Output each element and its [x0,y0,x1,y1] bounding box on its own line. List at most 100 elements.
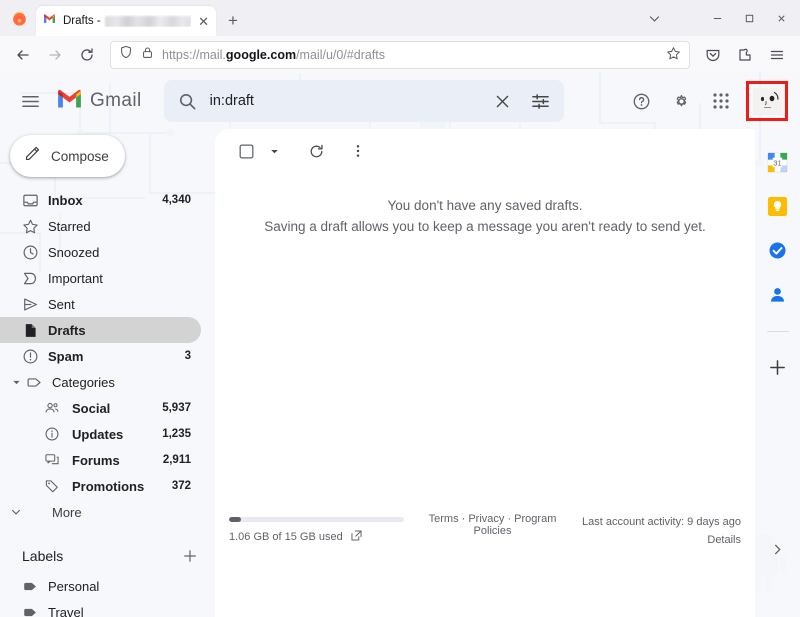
sidebar-count: 372 [172,480,201,492]
labels-header: Labels [0,539,215,573]
browser-tab-title: Drafts - [63,15,191,27]
avatar[interactable] [753,88,782,115]
support-icon[interactable] [622,82,660,120]
new-tab-button[interactable]: + [228,11,238,31]
bookmark-star-icon[interactable] [666,46,681,64]
sidebar-item-drafts[interactable]: Drafts [0,317,201,343]
compose-button[interactable]: Compose [10,135,125,177]
side-panel: 31 [755,129,800,617]
sidebar-count: 5,937 [162,402,201,414]
refresh-button[interactable] [299,134,333,168]
draft-file-icon [22,322,48,339]
open-in-new-icon[interactable] [350,529,363,545]
sidebar-item-starred[interactable]: Starred [0,213,201,239]
google-apps-icon[interactable] [702,82,740,120]
sidebar-item-categories[interactable]: Categories [0,369,201,395]
storage-section: 1.06 GB of 15 GB used [229,511,419,549]
settings-gear-icon[interactable] [662,82,700,120]
star-icon [22,218,48,235]
sidebar-count: 1,235 [162,428,201,440]
footer-links[interactable]: Terms · Privacy · Program Policies [419,511,566,549]
sidebar-item-spam[interactable]: Spam 3 [0,343,201,369]
sidebar-item-snoozed[interactable]: Snoozed [0,239,201,265]
select-all-checkbox[interactable] [229,134,263,168]
sidebar-item-updates[interactable]: Updates 1,235 [0,421,201,447]
search-options-icon[interactable] [524,84,558,118]
forward-button[interactable] [40,40,70,69]
sidebar-label: Updates [72,427,162,442]
header-actions [622,81,794,121]
calendar-icon[interactable]: 31 [767,151,789,173]
reload-button[interactable] [72,40,102,69]
search-icon[interactable] [170,83,206,119]
storage-used-row: 1.06 GB of 15 GB used [229,529,419,545]
activity-details-link[interactable]: Details [566,531,741,549]
sidebar-item-promotions[interactable]: Promotions 372 [0,473,201,499]
window-minimize-button[interactable] [702,4,732,32]
mail-list-panel: You don't have any saved drafts. Saving … [215,129,755,617]
empty-state: You don't have any saved drafts. Saving … [215,195,755,237]
storage-used-text: 1.06 GB of 15 GB used [229,531,343,543]
expand-side-panel-icon[interactable] [771,543,784,559]
chevron-down-icon[interactable] [6,378,26,387]
more-options-button[interactable] [341,134,375,168]
sidebar-label: Promotions [72,479,172,494]
sidebar-label: Starred [48,219,191,234]
sidebar-item-more-top[interactable]: More [0,499,201,525]
labels-title: Labels [22,548,173,564]
sidebar: Compose Inbox 4,340 Starred [0,129,215,617]
people-icon [44,400,72,416]
keep-icon[interactable] [767,195,789,217]
empty-state-line2: Saving a draft allows you to keep a mess… [215,216,755,237]
storage-bar-track [229,517,404,522]
firefox-logo-icon [6,0,32,36]
tasks-icon[interactable] [767,239,789,261]
sidebar-item-social[interactable]: Social 5,937 [0,395,201,421]
sidebar-item-inbox[interactable]: Inbox 4,340 [0,187,201,213]
shield-icon[interactable] [119,45,133,64]
gmail-body: Compose Inbox 4,340 Starred [0,129,800,617]
contacts-icon[interactable] [767,283,789,305]
url-bar[interactable]: https://mail.google.com/mail/u/0/#drafts [110,41,690,69]
search-input[interactable] [210,93,482,109]
compose-label: Compose [51,149,109,164]
storage-bar-fill [229,517,241,522]
gmail-footer: 1.06 GB of 15 GB used Terms · Privacy · … [215,511,755,549]
add-app-button[interactable] [767,356,789,378]
sidebar-item-sent[interactable]: Sent [0,291,201,317]
browser-tab-drafts[interactable]: Drafts - ✕ [36,6,216,36]
tab-close-icon[interactable]: ✕ [198,15,209,28]
account-avatar-highlight[interactable] [746,81,788,121]
svg-text:31: 31 [773,158,781,167]
sidebar-label: Forums [72,453,163,468]
chevron-down-icon[interactable] [6,506,26,518]
extensions-icon[interactable] [730,40,760,69]
sidebar-item-forums[interactable]: Forums 2,911 [0,447,201,473]
sidebar-item-travel[interactable]: Travel [0,599,201,617]
main-menu-icon[interactable] [10,81,50,121]
select-dropdown-icon[interactable] [265,134,283,168]
sidebar-label: Sent [48,297,191,312]
sidebar-count: 4,340 [162,194,201,206]
gmail-brand[interactable]: Gmail [56,88,142,114]
gmail-app: Gmail [0,73,800,617]
lock-icon[interactable] [141,46,154,64]
gmail-header: Gmail [0,73,800,129]
sidebar-label: Important [48,271,191,286]
search-bar[interactable] [164,80,564,122]
sidebar-item-important[interactable]: Important [0,265,201,291]
list-all-tabs-icon[interactable] [640,0,668,36]
window-maximize-button[interactable] [734,4,764,32]
window-controls [702,0,796,36]
redacted-account-name [105,16,191,27]
create-label-button[interactable] [173,548,207,564]
label-tag-icon [22,604,48,617]
sidebar-label: Inbox [48,193,162,208]
pocket-icon[interactable] [698,40,728,69]
window-close-button[interactable] [766,4,796,32]
clear-search-icon[interactable] [486,84,520,118]
account-activity: Last account activity: 9 days ago Detail… [566,511,741,549]
back-button[interactable] [8,40,38,69]
sidebar-item-personal[interactable]: Personal [0,573,201,599]
application-menu-icon[interactable] [762,40,792,69]
